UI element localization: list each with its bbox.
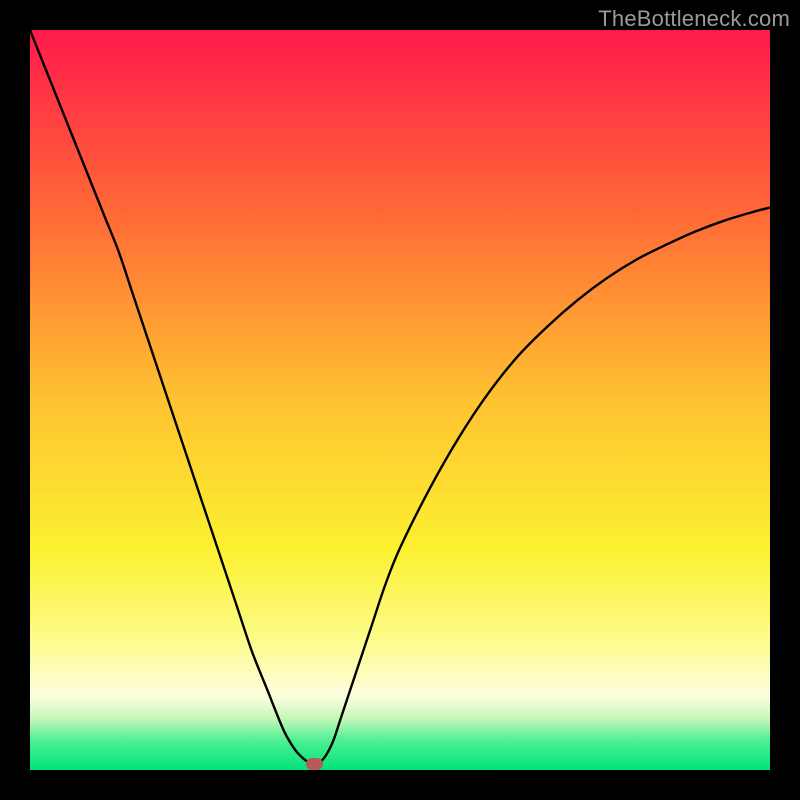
gradient-background — [30, 30, 770, 770]
chart-svg — [30, 30, 770, 770]
watermark-text: TheBottleneck.com — [598, 6, 790, 32]
chart-frame: TheBottleneck.com — [0, 0, 800, 800]
plot-area — [30, 30, 770, 770]
optimal-point-marker — [306, 758, 323, 770]
